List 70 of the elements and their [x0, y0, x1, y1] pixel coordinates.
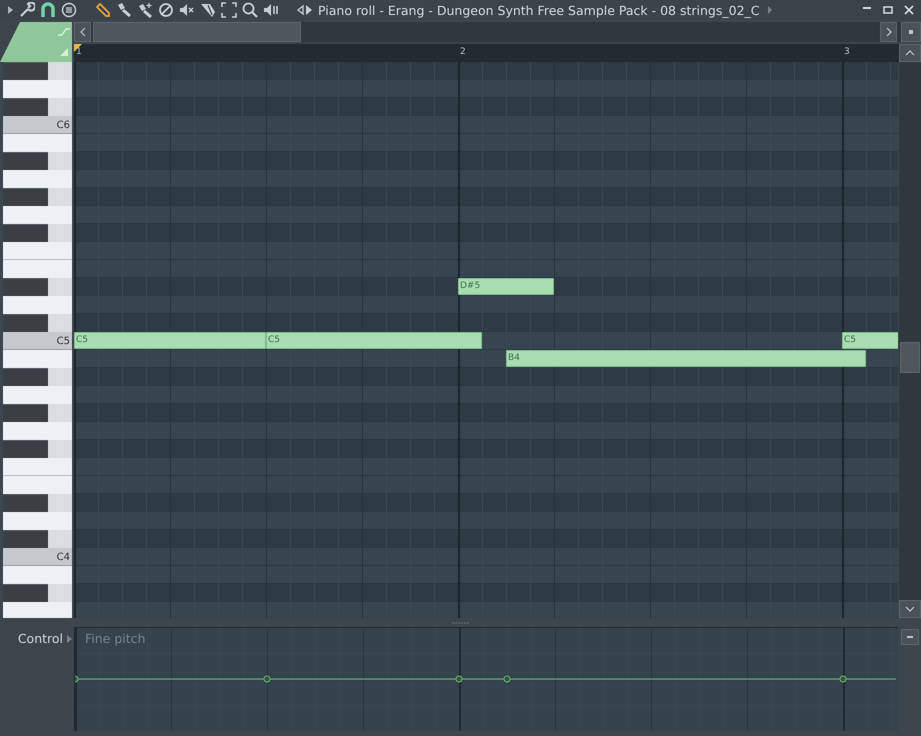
- zoom-icon[interactable]: [242, 2, 258, 18]
- piano-key[interactable]: [3, 188, 48, 206]
- control-point[interactable]: [456, 676, 462, 682]
- chevron-up-icon: [905, 49, 915, 57]
- event-graph[interactable]: Fine pitch: [74, 627, 898, 731]
- mute-icon[interactable]: [179, 2, 195, 18]
- maximize-icon: [883, 5, 893, 15]
- piano-key[interactable]: [3, 224, 48, 242]
- piano-key[interactable]: [3, 440, 48, 458]
- piano-key[interactable]: [3, 494, 48, 512]
- note[interactable]: B4: [506, 350, 866, 367]
- knife-icon[interactable]: [200, 2, 216, 18]
- speaker-icon[interactable]: [263, 2, 279, 18]
- piano-key[interactable]: C5: [3, 332, 72, 350]
- bar-number: 2: [460, 47, 466, 57]
- sparkle-brush-icon[interactable]: [137, 2, 153, 18]
- minus-icon: [907, 636, 913, 638]
- control-point[interactable]: [504, 676, 510, 682]
- piano-key[interactable]: [3, 152, 48, 170]
- note[interactable]: C5: [74, 332, 266, 349]
- caret-icon[interactable]: [766, 6, 773, 14]
- bar-number: 1: [76, 47, 82, 57]
- piano-key[interactable]: [3, 584, 48, 602]
- scroll-right-button[interactable]: [880, 22, 897, 42]
- piano-key[interactable]: [3, 278, 48, 296]
- speaker-arrow-icon[interactable]: [297, 2, 313, 18]
- selection-icon[interactable]: [221, 2, 237, 18]
- control-label[interactable]: Control: [6, 631, 63, 646]
- timeline-ruler[interactable]: 1 2 3: [74, 44, 899, 62]
- wrench-icon[interactable]: [19, 2, 35, 18]
- piano-key[interactable]: [3, 242, 72, 260]
- scrollbar-thumb[interactable]: [93, 22, 301, 42]
- window-title: Piano roll - Erang - Dungeon Synth Free Sample Pack - 08 strings_02_C: [318, 2, 760, 18]
- prohibited-icon[interactable]: [158, 2, 174, 18]
- note-grid[interactable]: C5 C5 D#5 B4 C5: [74, 62, 898, 618]
- piano-key[interactable]: [3, 458, 72, 476]
- scroll-down-button[interactable]: [899, 600, 921, 618]
- chevron-left-icon: [78, 27, 86, 37]
- control-point[interactable]: [264, 676, 270, 682]
- triangle-icon[interactable]: [67, 635, 72, 643]
- triangle-icon[interactable]: [6, 5, 14, 15]
- chevron-down-icon: [905, 605, 915, 613]
- piano-key[interactable]: [3, 368, 48, 386]
- scrollbar-thumb[interactable]: [900, 342, 920, 373]
- note[interactable]: C5: [266, 332, 482, 349]
- menu-icon[interactable]: [61, 2, 77, 18]
- close-icon: [904, 5, 914, 15]
- parameter-name: Fine pitch: [83, 631, 148, 646]
- piano-key[interactable]: C4: [3, 548, 72, 566]
- piano-key[interactable]: [3, 98, 48, 116]
- bar-number: 3: [844, 47, 850, 57]
- position-marker-icon[interactable]: [74, 44, 82, 52]
- chevron-right-icon: [884, 27, 892, 37]
- brush-icon[interactable]: [116, 2, 132, 18]
- control-point[interactable]: [75, 676, 78, 682]
- magnet-icon[interactable]: [40, 2, 56, 18]
- scroll-left-button[interactable]: [74, 22, 91, 42]
- scroll-up-button[interactable]: [899, 44, 921, 62]
- note[interactable]: C5: [842, 332, 898, 349]
- piano-key[interactable]: [3, 530, 48, 548]
- square-icon: [909, 30, 913, 34]
- note[interactable]: D#5: [458, 278, 554, 295]
- square-button[interactable]: [901, 22, 921, 42]
- control-point[interactable]: [840, 676, 846, 682]
- pencil-icon[interactable]: [95, 2, 111, 18]
- piano-key[interactable]: [3, 314, 48, 332]
- collapse-button[interactable]: [901, 629, 919, 645]
- piano-key[interactable]: C6: [3, 116, 72, 134]
- tool-tab[interactable]: [0, 22, 72, 62]
- piano-key[interactable]: [3, 404, 48, 422]
